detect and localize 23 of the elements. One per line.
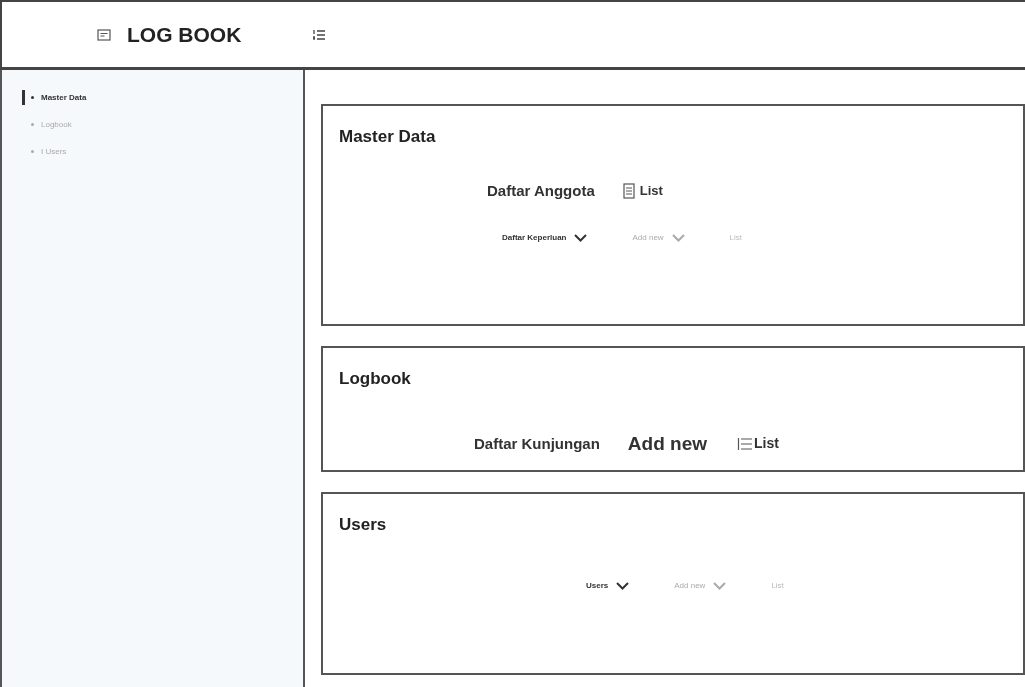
ordered-list-icon[interactable]: [312, 28, 327, 41]
list-icon: [737, 436, 753, 451]
chevron-down-icon: [574, 234, 588, 242]
dropdown-menu[interactable]: Users: [586, 579, 630, 592]
document-icon: [622, 182, 635, 199]
list-link[interactable]: List: [622, 181, 663, 201]
notes-icon: [97, 28, 111, 41]
section-label: Daftar Kunjungan: [474, 433, 600, 454]
section-label: Daftar Anggota: [487, 180, 595, 201]
sidebar-item[interactable]: Master Data: [22, 90, 303, 105]
dropdown-menu[interactable]: Daftar Keperluan: [502, 232, 588, 244]
card-title: Users: [339, 514, 387, 536]
bullet-icon: [31, 150, 34, 153]
app-title: LOG BOOK: [127, 21, 242, 48]
card-title: Master Data: [339, 126, 436, 148]
list-link[interactable]: List: [737, 433, 779, 455]
bullet-icon: [31, 123, 34, 126]
chevron-down-icon: [671, 234, 685, 242]
chevron-down-icon: [713, 581, 727, 590]
chevron-down-icon: [616, 581, 630, 590]
card-title: Logbook: [339, 368, 411, 390]
bullet-icon: [31, 96, 34, 99]
add-new-link[interactable]: Add new: [627, 429, 707, 458]
